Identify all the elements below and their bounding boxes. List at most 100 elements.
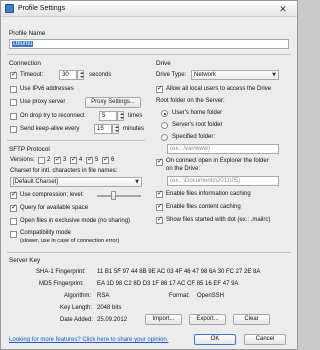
version-5-checkbox[interactable] [86, 155, 93, 164]
version-6-label: 6 [111, 157, 115, 163]
allow-users-checkbox[interactable] [156, 84, 163, 93]
version-3-label: 3 [63, 157, 67, 163]
timeout-input[interactable]: 30 [59, 70, 77, 80]
clear-button[interactable]: Clear [233, 314, 270, 325]
version-4-checkbox[interactable] [70, 155, 77, 164]
info-cache-label: Enable files information caching [166, 191, 251, 197]
compression-slider-track[interactable] [97, 195, 141, 197]
radio-home-folder-label: User's home folder [172, 110, 223, 116]
timeout-label: Timeout: [20, 72, 44, 78]
ipv6-label: Use IPv6 addresses [20, 86, 74, 92]
radio-specified-folder[interactable] [161, 134, 168, 141]
profile-settings-window: Profile Settings ✕ Profile Name Ubuntu C… [0, 0, 298, 350]
charset-value: [Default Charset] [13, 179, 59, 185]
chevron-down-icon: ▼ [135, 179, 139, 185]
reconnect-unit: times [128, 113, 143, 119]
chevron-down-icon: ▼ [272, 72, 276, 78]
export-button[interactable]: Export... [189, 314, 226, 325]
cancel-button[interactable]: Cancel [244, 334, 286, 345]
drive-heading: Drive [156, 60, 171, 67]
dot-files-label: Show files started with dot (ex.: .mailr… [166, 217, 271, 223]
drive-type-label: Drive Type: [156, 72, 187, 78]
drive-type-select[interactable]: Network ▼ [191, 70, 279, 80]
date-added-label: Date Added: [60, 317, 94, 323]
content-cache-checkbox[interactable] [156, 202, 163, 211]
radio-root-folder[interactable] [161, 122, 168, 129]
md5-value: EA 1D 98 C2 8D D3 1F 86 17 AC CF 85 16 E… [97, 281, 239, 287]
proxy-settings-button[interactable]: Proxy Settings... [85, 97, 141, 108]
format-label: Format: [169, 293, 190, 299]
title-bar[interactable]: Profile Settings ✕ [1, 1, 297, 17]
radio-home-folder[interactable] [161, 110, 168, 117]
profile-name-label: Profile Name [9, 30, 46, 37]
ok-button[interactable]: OK [194, 334, 236, 345]
close-button[interactable]: ✕ [276, 4, 290, 14]
version-5-label: 5 [95, 157, 99, 163]
open-explorer-checkbox[interactable] [156, 157, 163, 166]
drive-type-value: Network [194, 72, 217, 78]
exclusive-mode-checkbox[interactable] [10, 218, 17, 225]
info-cache-checkbox[interactable] [156, 189, 163, 198]
import-button[interactable]: Import... [145, 314, 182, 325]
keepalive-spinner[interactable] [112, 124, 119, 134]
reconnect-input[interactable]: 5 [99, 111, 117, 121]
compat-mode-sublabel: (slower, use in case of connection error… [20, 238, 120, 244]
keepalive-unit: minutes [123, 126, 145, 132]
compression-label: Use compression; level: [20, 192, 84, 198]
compression-checkbox[interactable] [10, 190, 17, 199]
md5-label: MD5 Fingerprint: [39, 281, 84, 287]
sha1-label: SHA-1 Fingerprint: [36, 269, 86, 275]
compat-mode-checkbox[interactable] [10, 231, 17, 238]
keepalive-input[interactable]: 15 [94, 124, 112, 134]
timeout-spinner[interactable] [77, 70, 84, 80]
connection-heading: Connection [9, 60, 41, 67]
explorer-path-input[interactable]: (ex.: \Documents\2011\05) [167, 176, 279, 186]
divider [7, 54, 291, 55]
charset-label: Charset for intl. characters in file nam… [10, 168, 118, 174]
reconnect-label: On drop try to reconnect [20, 113, 85, 119]
timeout-checkbox[interactable] [10, 70, 17, 79]
version-4-label: 4 [79, 157, 83, 163]
format-value: OpenSSH [197, 293, 225, 299]
exclusive-mode-label: Open files in exclusive mode (no sharing… [20, 218, 131, 224]
key-length-value: 2048 bits [97, 305, 122, 311]
charset-select[interactable]: [Default Charset] ▼ [10, 177, 142, 187]
server-key-heading: Server Key [9, 257, 41, 264]
open-explorer-label: On connect open in Explorer the folder [166, 158, 269, 164]
reconnect-spinner[interactable] [117, 111, 124, 121]
app-icon [5, 4, 14, 13]
compression-slider-thumb[interactable] [111, 191, 116, 200]
open-explorer-label-2: on the Drive: [166, 166, 201, 172]
radio-specified-folder-label: Specified folder: [172, 134, 216, 140]
window-title: Profile Settings [18, 5, 66, 12]
algorithm-value: RSA [97, 293, 110, 299]
sha1-value: 11 B1 5F 97 44 8B 9E AC 03 4F 46 47 98 6… [97, 269, 261, 275]
date-added-value: 25.09.2012 [97, 317, 128, 323]
version-2-checkbox[interactable] [38, 157, 45, 164]
dot-files-checkbox[interactable] [156, 215, 163, 224]
sftp-heading: SFTP Protocol [9, 146, 50, 153]
profile-name-input[interactable]: Ubuntu [9, 39, 289, 49]
version-6-checkbox[interactable] [102, 155, 109, 164]
reconnect-checkbox[interactable] [10, 113, 17, 120]
keepalive-label: Send keep-alive every [20, 126, 80, 132]
version-2-label: 2 [47, 157, 51, 163]
ipv6-checkbox[interactable] [10, 86, 17, 93]
divider [7, 252, 291, 253]
content-cache-label: Enable files content caching [166, 204, 241, 210]
query-space-checkbox[interactable] [10, 203, 17, 212]
algorithm-label: Algorithm: [64, 293, 92, 299]
query-space-label: Query for available space [20, 205, 89, 211]
proxy-label: Use proxy server [20, 99, 66, 105]
allow-users-label: Allow all local users to access the Driv… [166, 86, 272, 92]
divider [7, 140, 145, 141]
compat-mode-label: Compatibility mode [20, 230, 72, 236]
proxy-checkbox[interactable] [10, 99, 17, 106]
key-length-label: Key Length: [60, 305, 93, 311]
versions-label: Versions: [10, 157, 35, 163]
keepalive-checkbox[interactable] [10, 126, 17, 133]
feedback-link[interactable]: Looking for more features? Click here to… [9, 337, 168, 343]
root-folder-heading: Root folder on the Server: [156, 98, 225, 104]
root-path-input[interactable]: (ex.: /var/www) [167, 144, 279, 154]
version-3-checkbox[interactable] [54, 155, 61, 164]
